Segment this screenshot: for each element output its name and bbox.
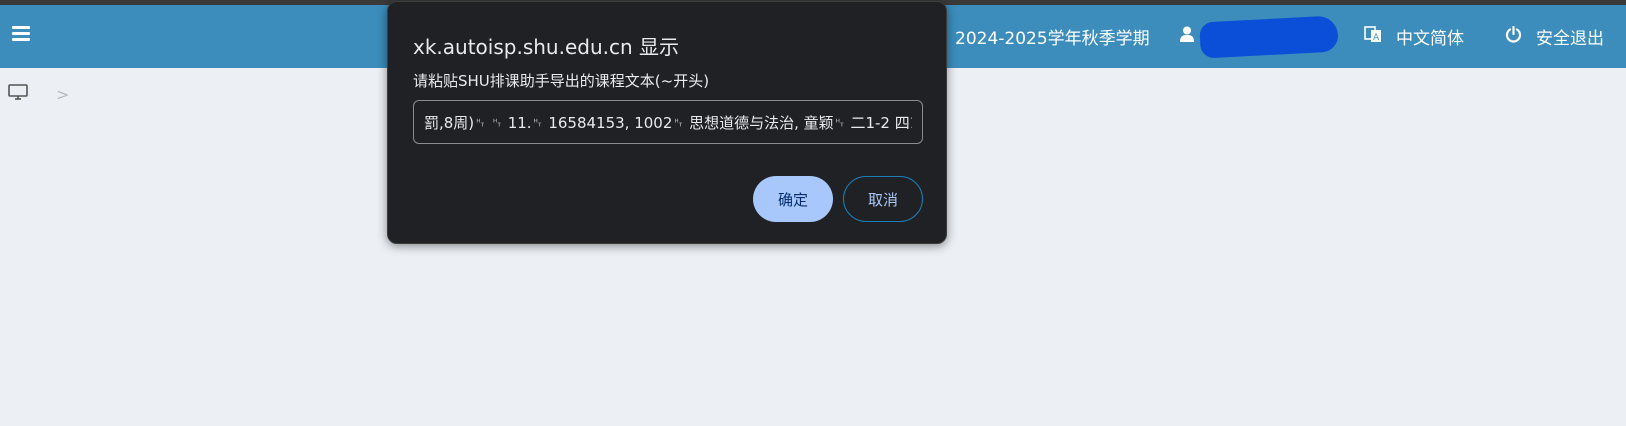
language-label: 中文简体 xyxy=(1396,29,1464,49)
prompt-dialog: xk.autoisp.shu.edu.cn 显示 请粘贴SHU排课助手导出的课程… xyxy=(387,1,947,244)
redacted-username xyxy=(1199,15,1339,59)
semester-label: 2024-2025学年秋季学期 xyxy=(955,29,1150,49)
translate-icon: A xyxy=(1364,25,1382,48)
monitor-icon[interactable] xyxy=(8,84,28,104)
dialog-message: 请粘贴SHU排课助手导出的课程文本(~开头) xyxy=(413,72,710,90)
user-icon xyxy=(1180,26,1194,47)
breadcrumb: > xyxy=(8,84,69,104)
confirm-button[interactable]: 确定 xyxy=(753,176,833,222)
svg-text:A: A xyxy=(1373,33,1380,43)
power-icon xyxy=(1505,25,1522,48)
hamburger-icon-line xyxy=(12,32,30,35)
dialog-title: xk.autoisp.shu.edu.cn 显示 xyxy=(413,35,680,59)
language-switcher[interactable]: A 中文简体 xyxy=(1364,5,1464,68)
breadcrumb-separator: > xyxy=(56,84,70,104)
logout-label: 安全退出 xyxy=(1536,29,1604,49)
hamburger-icon-line xyxy=(12,38,30,41)
semester-selector[interactable]: 2024-2025学年秋季学期 xyxy=(955,5,1150,68)
sidebar-toggle-button[interactable] xyxy=(12,26,30,44)
logout-button[interactable]: 安全退出 xyxy=(1505,5,1604,68)
cancel-button[interactable]: 取消 xyxy=(843,176,923,222)
course-text-input[interactable] xyxy=(413,100,923,144)
hamburger-icon xyxy=(12,26,30,29)
